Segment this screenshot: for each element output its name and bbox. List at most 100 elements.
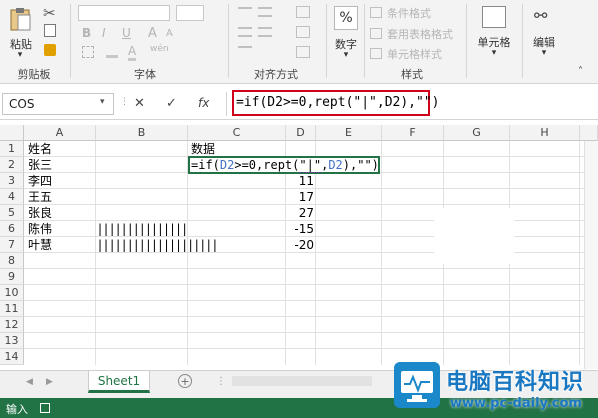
underline-button[interactable]: U <box>122 26 131 40</box>
row-header[interactable]: 4 <box>0 189 24 205</box>
row-header[interactable]: 3 <box>0 173 24 189</box>
tab-scroll-splitter[interactable]: ⋮ <box>216 376 226 387</box>
cancel-icon[interactable]: ✕ <box>134 96 145 111</box>
row-header[interactable]: 1 <box>0 141 24 157</box>
gridline <box>24 332 598 333</box>
prev-sheet-icon[interactable]: ◀ <box>26 377 33 387</box>
column-header-e[interactable]: E <box>316 125 382 141</box>
column-header-f[interactable]: F <box>382 125 444 141</box>
status-mode: 输入 <box>6 403 28 416</box>
cell-d4[interactable]: 17 <box>286 189 314 205</box>
cell-c2-editing[interactable]: =if(D2>=0,rept("|",D2),"") <box>188 156 380 174</box>
cell-a1[interactable]: 姓名 <box>28 141 52 157</box>
cut-icon[interactable]: ✂ <box>43 4 56 22</box>
insert-function-icon[interactable]: fx <box>198 96 209 110</box>
font-group-label: 字体 <box>134 68 156 81</box>
ribbon-separator <box>522 4 523 78</box>
row-header[interactable]: 14 <box>0 349 24 365</box>
indent-icon[interactable] <box>238 46 252 56</box>
percent-icon[interactable]: % <box>334 6 358 30</box>
column-header-d[interactable]: D <box>286 125 316 141</box>
cell-a7[interactable]: 叶慧 <box>28 237 52 253</box>
phonetic-button[interactable]: wén <box>150 44 169 54</box>
name-box-dropdown-icon[interactable]: ▾ <box>100 97 105 107</box>
binoculars-icon[interactable]: ⚯ <box>534 6 547 25</box>
horizontal-scrollbar[interactable] <box>232 376 372 386</box>
row-header[interactable]: 13 <box>0 333 24 349</box>
cell-b6[interactable]: ||||||||||||||| <box>98 221 189 237</box>
font-size-box[interactable] <box>176 5 204 21</box>
fill-color-icon[interactable] <box>106 46 118 58</box>
row-header[interactable]: 10 <box>0 285 24 301</box>
paste-dropdown-icon[interactable]: ▾ <box>14 50 26 60</box>
editing-dropdown-icon[interactable]: ▾ <box>538 48 550 58</box>
row-header[interactable]: 5 <box>0 205 24 221</box>
align-left-icon[interactable] <box>238 27 252 37</box>
cell-d3[interactable]: 11 <box>286 173 314 189</box>
row-header[interactable]: 9 <box>0 269 24 285</box>
wrap-text-icon[interactable] <box>296 6 310 18</box>
font-size-up-button[interactable]: A <box>148 26 157 41</box>
cell-a4[interactable]: 王五 <box>28 189 52 205</box>
align-center-icon[interactable] <box>258 27 272 37</box>
format-painter-icon[interactable] <box>44 44 56 56</box>
bold-button[interactable]: B <box>82 26 91 40</box>
macro-record-icon[interactable] <box>40 403 50 413</box>
formula-ref: D2 <box>328 158 343 172</box>
column-header-c[interactable]: C <box>188 125 286 141</box>
row-header[interactable]: 11 <box>0 301 24 317</box>
number-dropdown-icon[interactable]: ▾ <box>340 50 352 60</box>
column-header-a[interactable]: A <box>24 125 96 141</box>
merge-center-icon[interactable] <box>296 26 310 38</box>
paste-icon[interactable] <box>8 6 34 32</box>
name-box[interactable]: COS <box>2 93 114 115</box>
row-header[interactable]: 6 <box>0 221 24 237</box>
cell-d5[interactable]: 27 <box>286 205 314 221</box>
formula-ref: D2 <box>219 158 235 172</box>
gridline <box>315 141 316 365</box>
ribbon-separator <box>326 4 327 78</box>
font-size-down-button[interactable]: A <box>166 28 173 39</box>
cell-a6[interactable]: 陈伟 <box>28 221 52 237</box>
gridline <box>381 141 382 365</box>
font-color-button[interactable]: A <box>128 44 137 61</box>
cell-a3[interactable]: 李四 <box>28 173 52 189</box>
row-header[interactable]: 8 <box>0 253 24 269</box>
next-sheet-icon[interactable]: ▶ <box>46 377 53 387</box>
row-header[interactable]: 7 <box>0 237 24 253</box>
borders-icon[interactable] <box>82 46 94 58</box>
align-top-icon[interactable] <box>238 7 252 17</box>
cell-d7[interactable]: -20 <box>286 237 314 253</box>
conditional-format-icon[interactable] <box>370 7 382 18</box>
cell-b7[interactable]: |||||||||||||||||||| <box>98 237 219 253</box>
row-header[interactable]: 2 <box>0 157 24 173</box>
vertical-scrollbar[interactable] <box>584 141 598 369</box>
cell-c1[interactable]: 数据 <box>191 141 215 157</box>
add-sheet-button[interactable]: + <box>178 374 192 388</box>
align-middle-icon[interactable] <box>258 7 272 17</box>
cell-a2[interactable]: 张三 <box>28 157 52 173</box>
conditional-format-button[interactable]: 条件格式 <box>387 5 431 21</box>
cell-a5[interactable]: 张良 <box>28 205 52 221</box>
cell-styles-button[interactable]: 单元格样式 <box>387 46 442 62</box>
cell-styles-icon[interactable] <box>370 48 382 59</box>
column-header-b[interactable]: B <box>96 125 188 141</box>
column-header-h[interactable]: H <box>510 125 580 141</box>
copy-icon[interactable] <box>44 24 56 37</box>
enter-icon[interactable]: ✓ <box>166 96 177 111</box>
table-format-button[interactable]: 套用表格格式 <box>387 26 453 42</box>
cells-icon[interactable] <box>482 6 506 28</box>
table-format-icon[interactable] <box>370 28 382 39</box>
cells-dropdown-icon[interactable]: ▾ <box>488 48 500 58</box>
column-header-g[interactable]: G <box>444 125 510 141</box>
orientation-icon[interactable] <box>296 46 310 58</box>
row-header[interactable]: 12 <box>0 317 24 333</box>
gridline <box>24 300 598 301</box>
select-all-corner[interactable] <box>0 125 24 141</box>
font-name-box[interactable] <box>78 5 170 21</box>
collapse-ribbon-icon[interactable]: ˄ <box>578 66 583 77</box>
italic-button[interactable]: I <box>102 26 106 40</box>
column-header-extra <box>580 125 598 141</box>
sheet-tab-sheet1[interactable]: Sheet1 <box>88 371 150 393</box>
cell-d6[interactable]: -15 <box>286 221 314 237</box>
